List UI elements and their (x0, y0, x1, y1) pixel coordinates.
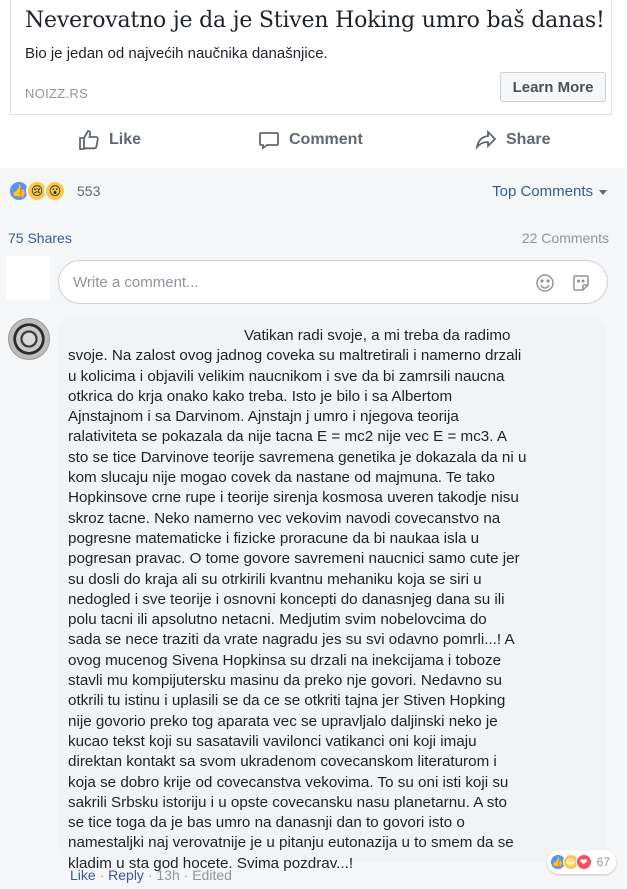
comment-line: se tice toga da je bas umro na danasnji … (68, 814, 465, 832)
link-description: Bio je jedan od najvećih naučnika današn… (25, 45, 328, 62)
caret-down-icon (599, 189, 607, 195)
comment-text: Vatikan radi svoje, a mi treba da radimo… (68, 326, 598, 874)
comment-line: Ajnstajnom i sa Darvinom. Ajnstajn j umr… (68, 408, 459, 426)
comment-timestamp[interactable]: 13h (156, 867, 179, 883)
comment-button[interactable]: Comment (257, 118, 363, 162)
comment-line: svoje. Na zalost ovog jadnog coveka su m… (68, 347, 522, 365)
comment-line: koja se dobro krije od covecanstva vekov… (68, 773, 509, 791)
comment-line: kucao tekst koji su sasatavili vavilonci… (68, 732, 477, 750)
comment-line: Vatikan radi svoje, a mi treba da radimo (244, 327, 511, 344)
reaction-count[interactable]: 553 (77, 183, 100, 199)
share-button[interactable]: Share (474, 118, 550, 162)
like-button[interactable]: Like (77, 118, 141, 162)
commenter-avatar[interactable] (8, 318, 50, 360)
comment-line: pogresan pravac. O tome govore savremeni… (68, 550, 520, 568)
current-user-avatar[interactable] (6, 256, 50, 300)
love-reaction-icon: ❤ (575, 854, 592, 870)
thumbs-up-icon (79, 130, 99, 150)
top-comments-dropdown[interactable]: Top Comments (492, 183, 607, 200)
share-icon (475, 129, 497, 151)
comment-reaction-count: 67 (596, 855, 610, 869)
learn-more-button[interactable]: Learn More (500, 72, 606, 102)
like-label: Like (109, 131, 142, 148)
shares-count[interactable]: 75 Shares (8, 230, 72, 246)
comment-icon (259, 132, 279, 150)
emoji-icon[interactable] (535, 273, 555, 293)
share-label: Share (506, 131, 551, 148)
comment-line: sto se tice Darvinove teorije savremena … (68, 448, 527, 466)
comment-meta: Like · Reply · 13h · Edited (70, 867, 232, 883)
comment-line: sakrili Srbsku istoriju i u opste coveca… (68, 793, 507, 811)
link-title[interactable]: Neverovatno je da je Stiven Hoking umro … (25, 8, 605, 33)
comment-reply-link[interactable]: Reply (108, 867, 144, 883)
comment-line: nije govorio preko tog aparata vec se up… (68, 712, 498, 730)
reactions-summary: 👍 😢 😮 553 Top Comments (0, 174, 627, 208)
link-domain: NOIZZ.RS (25, 86, 89, 101)
comment-line: kom slucaju nije mogao covek da nastane … (68, 469, 495, 487)
link-preview-card[interactable]: Neverovatno je da je Stiven Hoking umro … (10, 0, 612, 115)
wow-reaction-icon: 😮 (44, 180, 66, 202)
comment-line: otkrica do krja onako kako treba. Isto j… (68, 387, 453, 405)
comment-reactions[interactable]: 👍 😂 ❤ 67 (546, 850, 616, 874)
comment-composer: Write a comment... (0, 256, 627, 304)
comment-line: u kolicima i objavili velikim naucnikom … (68, 367, 505, 385)
top-comments-label: Top Comments (492, 183, 593, 200)
comment-line: stavli mu kompijutersku masinu da preko … (68, 672, 502, 690)
comment-bubble: Vatikan radi svoje, a mi treba da radimo… (58, 316, 616, 874)
reaction-icons[interactable]: 👍 😢 😮 (8, 180, 66, 202)
comment-line: Hopkinsove crne rupe i teorije sirenja k… (68, 489, 519, 507)
comment-edited-label[interactable]: Edited (192, 867, 232, 883)
comments-count[interactable]: 22 Comments (522, 230, 609, 246)
post-stats: 75 Shares 22 Comments (0, 222, 627, 252)
comment-label: Comment (289, 131, 363, 148)
comment-line: otkrili tu istinu i uplasili se da ce se… (68, 692, 506, 710)
post-actions: Like Comment Share (0, 118, 627, 162)
comment-line: skroz tacne. Neko namerno vec vekovim na… (68, 509, 501, 527)
comment-line: direktan kontakt sa svom ukradenom covec… (68, 753, 497, 771)
comment-line: sada se nece traziti da vrate nagradu je… (68, 631, 515, 649)
comment-placeholder: Write a comment... (73, 274, 199, 291)
comment-line: ovog mucenog Sivena Hopkinsa su drzali n… (68, 651, 502, 669)
comment-line: su dosli do kraja ali su otrkirili kvant… (68, 570, 482, 588)
comment-line: nedogled i sve teorije i osnovni koncept… (68, 590, 505, 608)
comment-line: namestaljki naj verovatnije je u pitanju… (68, 834, 514, 852)
comment-line: pogresne matematicke i fizicke proracune… (68, 529, 480, 547)
comment-line: polu tacni ili apsolutno netacni. Medjut… (68, 611, 487, 629)
comment-line: ralativiteta se pokazala da nije tacna E… (68, 428, 507, 446)
comment-input[interactable]: Write a comment... (58, 260, 608, 304)
comment-like-link[interactable]: Like (70, 867, 96, 883)
sticker-icon[interactable] (571, 273, 591, 293)
